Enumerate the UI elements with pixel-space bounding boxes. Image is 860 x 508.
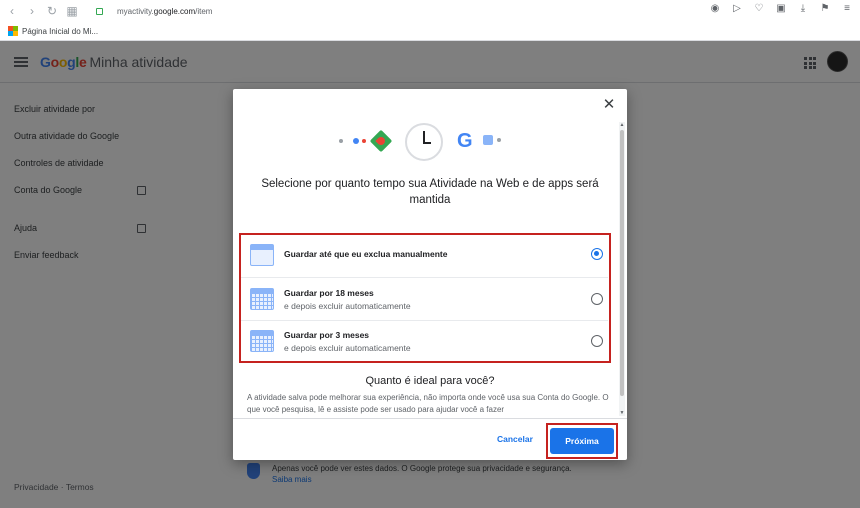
back-icon[interactable]: ‹ [4,3,20,19]
option-label: Guardar por 3 meses [284,330,370,340]
reload-icon[interactable]: ↻ [44,3,60,19]
cancel-button[interactable]: Cancelar [497,434,533,444]
heart-icon[interactable]: ♡ [752,3,766,14]
option-label: Guardar até que eu exclua manualmente [284,249,448,259]
radio-unselected[interactable] [591,293,603,305]
radio-unselected[interactable] [591,335,603,347]
option-keep-until-delete[interactable]: Guardar até que eu exclua manualmente [241,235,608,278]
menu-icon[interactable]: ≡ [840,3,854,14]
dot-icon [362,139,366,143]
browser-toolbar: ‹ › ↻ ▦ myactivity. google.com/item ◉ ▷ ♡… [0,0,860,22]
maps-icon [369,129,393,153]
google-g-icon: G [457,130,473,152]
options-highlight: Guardar até que eu exclua manualmente Gu… [239,233,611,363]
extension-icon[interactable]: ▣ [774,3,788,14]
dot-icon [497,138,501,142]
ideal-heading: Quanto é ideal para você? [365,375,495,387]
close-icon[interactable]: ✕ [601,97,617,113]
address-bar[interactable]: myactivity. google.com/item [90,4,710,18]
bookmarks-bar: Página Inicial do Mi... [0,22,860,41]
notification-icon[interactable]: ⚑ [818,3,832,14]
illustration: G [333,123,533,163]
tab-grid-icon[interactable]: ▦ [64,3,80,19]
windows-icon [8,26,18,36]
scroll-down-icon[interactable]: ▼ [619,410,625,416]
lock-icon [96,7,103,15]
option-18-months[interactable]: Guardar por 18 meses e depois excluir au… [241,278,608,321]
camera-icon[interactable]: ◉ [708,3,722,14]
download-icon[interactable]: ⤓ [796,3,810,14]
calendar-icon [483,135,493,145]
option-sublabel: e depois excluir automaticamente [284,301,411,311]
dialog-title: Selecione por quanto tempo sua Atividade… [261,178,599,206]
scrollbar-thumb[interactable] [620,130,624,396]
option-3-months[interactable]: Guardar por 3 meses e depois excluir aut… [241,321,608,364]
dialog-scrollbar[interactable]: ▲ ▼ [619,122,625,416]
next-button[interactable]: Próxima [550,428,614,454]
retention-dialog: ✕ ▲ ▼ G Selecione por quanto tempo sua A… [233,89,627,460]
dialog-footer: Cancelar Próxima [233,418,627,460]
forward-icon[interactable]: › [24,3,40,19]
bookmark-item[interactable]: Página Inicial do Mi... [22,27,98,36]
option-sublabel: e depois excluir automaticamente [284,343,411,353]
option-label: Guardar por 18 meses [284,288,374,298]
radio-selected[interactable] [591,248,603,260]
play-icon[interactable]: ▷ [730,3,744,14]
ideal-text: A atividade salva pode melhorar sua expe… [247,393,609,414]
dot-icon [339,139,343,143]
calendar-icon [250,288,274,310]
scroll-up-icon[interactable]: ▲ [619,122,625,128]
calendar-icon [250,244,274,266]
clock-icon [405,123,443,161]
assistant-icon [353,138,359,144]
calendar-icon [250,330,274,352]
